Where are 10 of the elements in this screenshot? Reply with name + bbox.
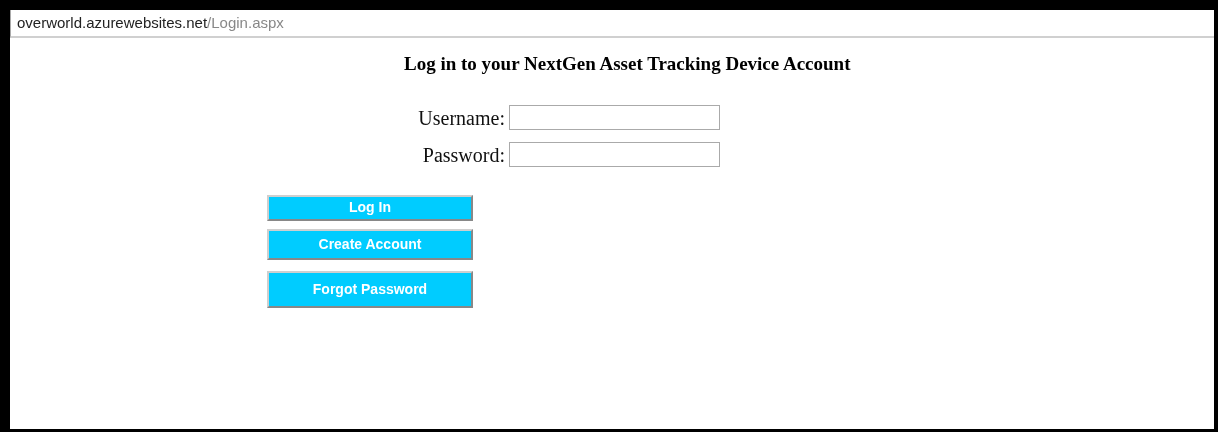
page-heading: Log in to your NextGen Asset Tracking Device Account: [404, 52, 851, 76]
field-label: Password:: [421, 142, 505, 168]
field-label: Username:: [417, 105, 505, 131]
action-button[interactable]: Create Account: [267, 228, 473, 260]
action-button[interactable]: Forgot Password: [267, 270, 473, 308]
url-text: overworld.azurewebsites.net/Login.aspx: [17, 12, 284, 33]
input-field[interactable]: [509, 142, 720, 167]
address-bar[interactable]: overworld.azurewebsites.net/Login.aspx: [10, 10, 1214, 38]
action-button[interactable]: Log In: [267, 194, 473, 221]
input-field[interactable]: [509, 105, 720, 130]
